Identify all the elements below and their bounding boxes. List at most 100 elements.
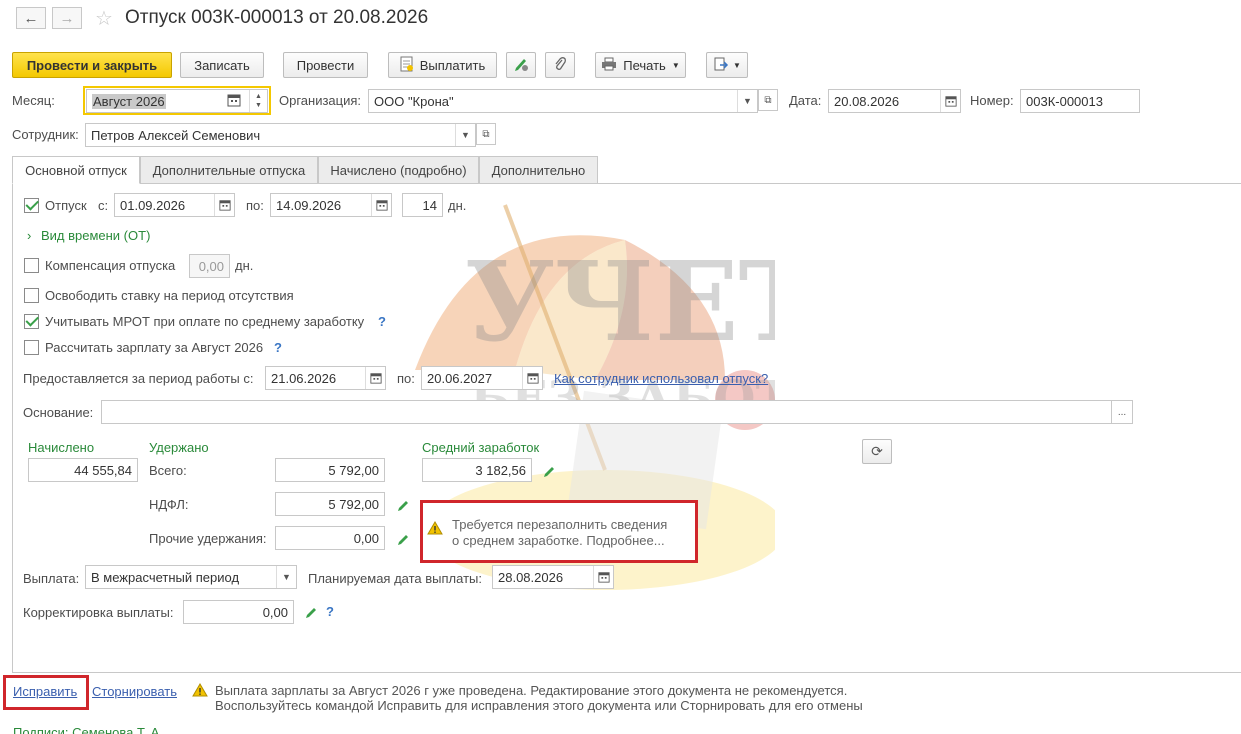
post-and-close-button[interactable]: Провести и закрыть: [12, 52, 172, 78]
to-label: по:: [246, 198, 264, 213]
chevron-down-icon[interactable]: ▼: [455, 124, 475, 146]
basis-field[interactable]: [101, 400, 1112, 424]
mrot-label: Учитывать МРОТ при оплате по среднему за…: [45, 314, 365, 329]
tab-additional[interactable]: Дополнительно: [479, 156, 598, 184]
date-label: Дата:: [789, 93, 822, 108]
tab-main-vacation[interactable]: Основной отпуск: [12, 156, 140, 184]
tab-accrued-detailed[interactable]: Начислено (подробно): [318, 156, 479, 184]
free-rate-label: Освободить ставку на период отсутствия: [45, 288, 294, 303]
pencil-icon[interactable]: [305, 605, 319, 619]
total-field[interactable]: 5 792,00: [275, 458, 385, 482]
document-icon: [400, 56, 414, 75]
vacation-to-value: 14.09.2026: [276, 197, 342, 213]
warning-icon: [427, 521, 443, 538]
chevron-down-icon[interactable]: ▼: [276, 566, 296, 588]
help-icon[interactable]: ?: [274, 340, 282, 355]
vacation-from-field[interactable]: 01.09.2026: [114, 193, 235, 217]
arrow-left-icon: ←: [23, 9, 39, 27]
payout-label: Выплата:: [23, 571, 80, 586]
open-icon: ⧉: [482, 128, 490, 140]
correction-label: Корректировка выплаты:: [23, 605, 174, 620]
open-employee-button[interactable]: ⧉: [476, 123, 496, 145]
basis-select-button[interactable]: ...: [1111, 400, 1133, 424]
vacation-usage-link[interactable]: Как сотрудник использовал отпуск?: [554, 371, 768, 386]
plan-date-field[interactable]: 28.08.2026: [492, 565, 614, 589]
forward-button[interactable]: →: [52, 7, 82, 29]
other-field[interactable]: 0,00: [275, 526, 385, 550]
pencil-icon[interactable]: [397, 498, 411, 512]
organization-field[interactable]: ООО "Крона" ▼: [368, 89, 758, 113]
calendar-icon[interactable]: [365, 367, 385, 389]
month-label: Месяц:: [12, 93, 55, 108]
period-from-field[interactable]: 21.06.2026: [265, 366, 386, 390]
plan-date-label: Планируемая дата выплаты:: [308, 571, 482, 586]
calc-salary-checkbox[interactable]: [24, 340, 39, 355]
edit-settings-button[interactable]: [506, 52, 536, 78]
accrued-label: Начислено: [28, 440, 95, 455]
days-field[interactable]: 14: [402, 193, 443, 217]
mrot-checkbox[interactable]: [24, 314, 39, 329]
back-button[interactable]: ←: [16, 7, 46, 29]
print-button[interactable]: Печать ▼: [595, 52, 686, 78]
tab-additional-vacations[interactable]: Дополнительные отпуска: [140, 156, 318, 184]
create-document-icon: [713, 56, 729, 75]
pay-button[interactable]: Выплатить: [388, 52, 497, 78]
calendar-icon[interactable]: [522, 367, 542, 389]
period-from-value: 21.06.2026: [271, 370, 337, 386]
date-field[interactable]: 20.08.2026: [828, 89, 961, 113]
open-organization-button[interactable]: ⧉: [758, 89, 778, 111]
time-type-toggle[interactable]: › Вид времени (ОТ): [27, 228, 150, 243]
pencil-icon[interactable]: [397, 532, 411, 546]
period-to-field[interactable]: 20.06.2027: [421, 366, 543, 390]
days-unit: дн.: [448, 198, 467, 213]
calendar-icon[interactable]: [227, 93, 241, 110]
calendar-icon[interactable]: [371, 194, 391, 216]
tab-panel-border: [12, 184, 13, 672]
compensation-days-field[interactable]: 0,00: [189, 254, 230, 278]
pencil-icon[interactable]: [543, 464, 557, 478]
calendar-icon[interactable]: [940, 90, 960, 112]
free-rate-checkbox[interactable]: [24, 288, 39, 303]
refresh-icon: ⟳: [871, 443, 883, 459]
avg-earnings-label: Средний заработок: [422, 440, 540, 455]
vacation-checkbox[interactable]: [24, 198, 39, 213]
avg-earnings-field[interactable]: 3 182,56: [422, 458, 532, 482]
employee-value: Петров Алексей Семенович: [91, 127, 261, 143]
ndfl-field[interactable]: 5 792,00: [275, 492, 385, 516]
post-button[interactable]: Провести: [283, 52, 368, 78]
pay-button-label: Выплатить: [419, 57, 486, 73]
star-icon[interactable]: ☆: [95, 6, 113, 31]
calendar-icon[interactable]: [214, 194, 234, 216]
accrued-field[interactable]: 44 555,84: [28, 458, 138, 482]
refresh-button[interactable]: ⟳: [862, 439, 892, 464]
attach-button[interactable]: [545, 52, 575, 78]
payout-field[interactable]: В межрасчетный период ▼: [85, 565, 297, 589]
employee-label: Сотрудник:: [12, 127, 79, 142]
total-label: Всего:: [149, 463, 187, 478]
date-value: 20.08.2026: [834, 93, 900, 109]
compensation-checkbox[interactable]: [24, 258, 39, 273]
save-button[interactable]: Записать: [180, 52, 264, 78]
employee-field[interactable]: Петров Алексей Семенович ▼: [85, 123, 476, 147]
storno-link[interactable]: Сторнировать: [92, 684, 177, 699]
calc-salary-label: Рассчитать зарплату за Август 2026: [45, 340, 264, 355]
month-spinner[interactable]: ▲ ▼: [249, 90, 267, 112]
signatures-link[interactable]: Подписи: Семенова Т. А.: [13, 725, 163, 734]
number-field[interactable]: 003К-000013: [1020, 89, 1140, 113]
calendar-icon[interactable]: [593, 566, 613, 588]
vacation-label: Отпуск: [45, 198, 87, 213]
create-based-on-button[interactable]: ▼: [706, 52, 748, 78]
correction-field[interactable]: 0,00: [183, 600, 294, 624]
vacation-to-field[interactable]: 14.09.2026: [270, 193, 392, 217]
month-field[interactable]: Август 2026 ▲ ▼: [86, 89, 268, 113]
help-icon[interactable]: ?: [326, 604, 334, 619]
period-label: Предоставляется за период работы с:: [23, 371, 254, 386]
chevron-down-icon[interactable]: ▼: [737, 90, 757, 112]
time-type-label: Вид времени (ОТ): [40, 228, 151, 243]
chevron-right-icon: ›: [27, 228, 32, 243]
avg-earnings-warning[interactable]: Требуется перезаполнить сведения о средн…: [420, 500, 698, 563]
basis-label: Основание:: [23, 405, 94, 420]
chevron-down-icon: ▼: [733, 60, 741, 70]
help-icon[interactable]: ?: [378, 314, 386, 329]
fix-link[interactable]: Исправить: [13, 684, 77, 699]
